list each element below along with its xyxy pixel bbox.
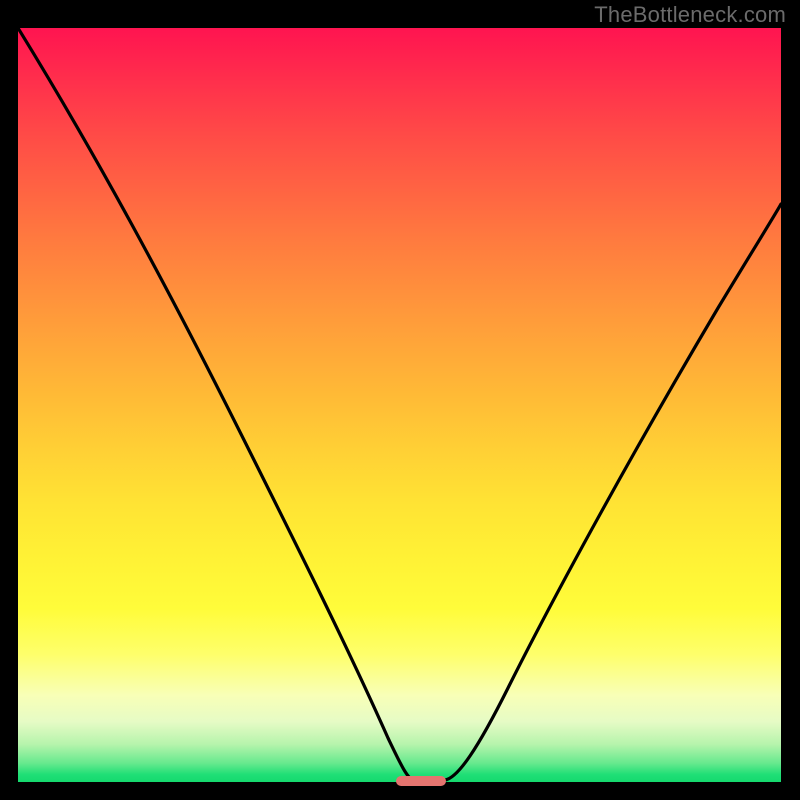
optimum-marker [396, 776, 446, 786]
curve-path [18, 28, 781, 780]
bottleneck-curve [18, 28, 781, 782]
watermark-text: TheBottleneck.com [594, 2, 786, 28]
plot-area [18, 28, 781, 782]
chart-frame: TheBottleneck.com [0, 0, 800, 800]
